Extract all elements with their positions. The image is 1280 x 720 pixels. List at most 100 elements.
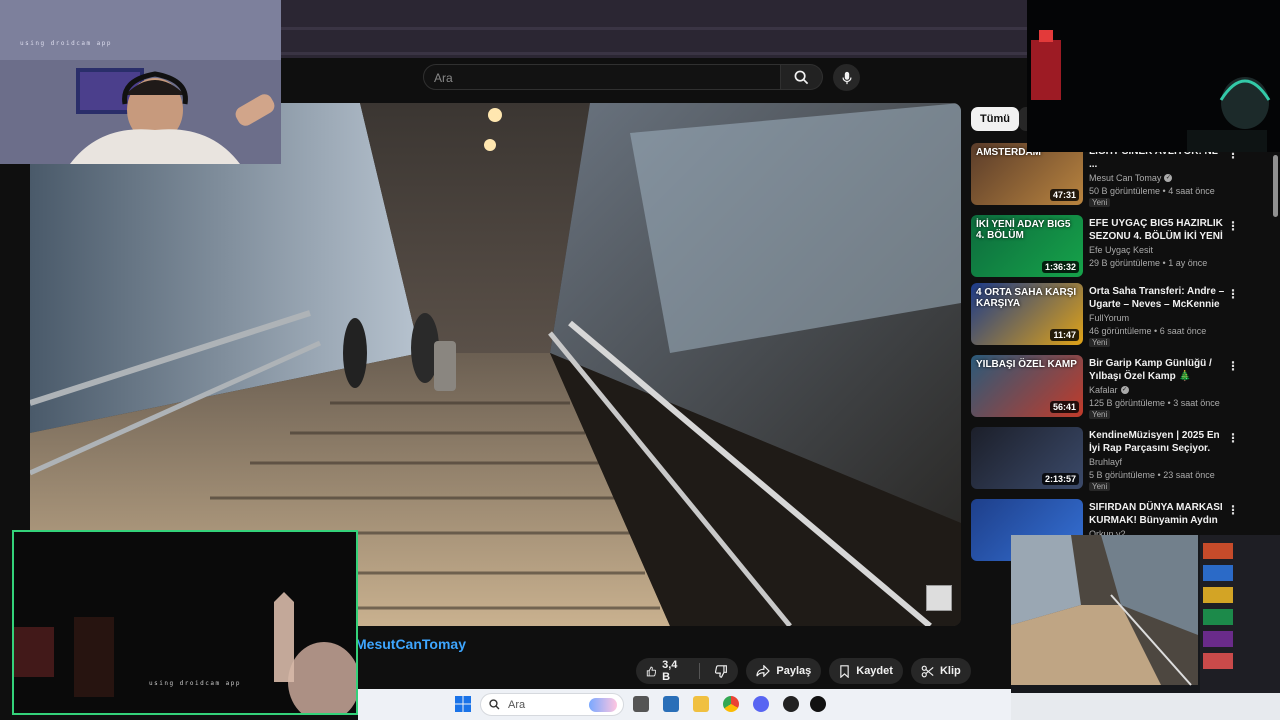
video-title[interactable]: Orta Saha Transferi: Andre – Ugarte – Ne… xyxy=(1089,285,1225,311)
more-options-icon[interactable]: ⋮ xyxy=(1227,359,1239,373)
bookmark-icon xyxy=(840,664,849,678)
video-channel[interactable]: Mesut Can Tomay ✓ xyxy=(1089,173,1173,183)
verified-icon: ✓ xyxy=(1120,386,1129,394)
dark-cam-feed xyxy=(1027,0,1280,152)
cam-caption: using droidcam app xyxy=(20,40,113,47)
channel-name: FullYorum xyxy=(1089,313,1130,323)
thumbs-down-icon xyxy=(715,664,728,678)
thumbnail-text: İKİ YENİ ADAY BIG5 4. BÖLÜM xyxy=(976,219,1071,241)
more-options-icon[interactable]: ⋮ xyxy=(1227,219,1239,233)
video-title[interactable]: KendineMüzisyen | 2025 En İyi Rap Parças… xyxy=(1089,429,1225,455)
video-thumbnail[interactable]: 2:13:57 xyxy=(971,427,1083,489)
task-view-icon[interactable] xyxy=(633,696,649,712)
start-button[interactable] xyxy=(455,696,471,712)
new-badge: Yeni xyxy=(1089,410,1111,419)
cam-caption-secondary: using droidcam app xyxy=(149,680,242,687)
location-app-icon[interactable] xyxy=(810,696,826,712)
video-channel[interactable]: FullYorum xyxy=(1089,313,1129,323)
clip-label: Klip xyxy=(939,665,961,677)
search-icon xyxy=(794,70,809,84)
recommendation-item[interactable]: YILBAŞI ÖZEL KAMP 56:41 Bir Garip Kamp Gün… xyxy=(971,355,1239,421)
recommendation-item[interactable]: 2:13:57 KendineMüzisyen | 2025 En İyi Rap… xyxy=(971,427,1239,493)
video-thumbnail[interactable]: İKİ YENİ ADAY BIG5 4. BÖLÜM 1:36:32 xyxy=(971,215,1083,277)
scissors-icon xyxy=(921,665,934,677)
video-meta: 50 B görüntüleme • 4 saat önce xyxy=(1089,186,1215,196)
channel-watermark[interactable] xyxy=(926,585,952,611)
youtube-header: Ara xyxy=(281,58,1027,102)
thumbs-up-icon xyxy=(646,666,657,676)
video-duration: 2:13:57 xyxy=(1041,473,1079,485)
new-badge: Yeni xyxy=(1089,482,1111,491)
video-title[interactable]: EFE UYGAÇ BIG5 HAZIRLIK SEZONU 4. BÖLÜM … xyxy=(1089,217,1225,243)
screen-capture-overlay xyxy=(1011,535,1280,720)
secondary-cam-overlay: using droidcam app xyxy=(12,530,358,715)
clip-button[interactable]: Klip xyxy=(910,658,971,684)
video-meta: 5 B görüntüleme • 23 saat önce xyxy=(1089,470,1215,480)
more-options-icon[interactable]: ⋮ xyxy=(1227,431,1239,445)
browser-chrome xyxy=(281,0,1027,58)
like-count: 3,4 B xyxy=(662,659,678,683)
sidebar-scrollbar[interactable] xyxy=(1273,155,1278,217)
channel-name: Efe Uygaç Kesit xyxy=(1089,245,1154,255)
video-meta: 29 B görüntüleme • 1 ay önce xyxy=(1089,258,1208,268)
search-input[interactable]: Ara xyxy=(423,64,781,90)
recommendation-item[interactable]: AMSTERDAM47:31LIGHT SİNEK AVLIYOR! NL ..… xyxy=(971,143,1239,209)
channel-name: Bruhlayf xyxy=(1089,457,1123,467)
video-duration: 1:36:32 xyxy=(1041,261,1079,273)
verified-icon: ✓ xyxy=(1164,174,1173,182)
save-label: Kaydet xyxy=(856,665,893,677)
thumbnail-text: 4 ORTA SAHA KARŞI KARŞIYA xyxy=(976,287,1077,309)
search-button[interactable] xyxy=(781,64,823,90)
video-thumbnail[interactable]: 4 ORTA SAHA KARŞI KARŞIYA 11:47 xyxy=(971,283,1083,345)
video-thumbnail[interactable]: AMSTERDAM 47:31 xyxy=(971,143,1083,205)
share-button[interactable]: Paylaş xyxy=(746,658,822,684)
video-channel[interactable]: Kafalar ✓ xyxy=(1089,385,1129,395)
discord-icon[interactable] xyxy=(753,696,769,712)
search-highlight-icon xyxy=(589,697,617,712)
new-badge: Yeni xyxy=(1089,338,1111,347)
save-button[interactable]: Kaydet xyxy=(829,658,903,684)
video-channel[interactable]: Efe Uygaç Kesit xyxy=(1089,245,1153,255)
file-explorer-icon[interactable] xyxy=(693,696,709,712)
taskbar-search-label: Ara xyxy=(508,698,526,711)
chip-all[interactable]: Tümü xyxy=(971,107,1019,131)
channel-name: Mesut Can Tomay xyxy=(1089,173,1162,183)
screen: { "search": {"placeholder": "Ara"}, "vid… xyxy=(0,0,1280,720)
video-channel[interactable]: Bruhlayf xyxy=(1089,457,1122,467)
new-badge: Yeni xyxy=(1089,198,1111,207)
recommendation-item[interactable]: 4 ORTA SAHA KARŞI KARŞIYA 11:47 Orta Saha … xyxy=(971,283,1239,349)
game-app-icon[interactable] xyxy=(783,696,799,712)
windows-taskbar: Ara xyxy=(358,689,1011,720)
more-options-icon[interactable]: ⋮ xyxy=(1227,287,1239,301)
video-duration: 47:31 xyxy=(1049,189,1079,201)
like-dislike-group: 3,4 B xyxy=(636,658,739,684)
more-options-icon[interactable]: ⋮ xyxy=(1227,503,1239,517)
address-strip xyxy=(281,52,1027,55)
video-meta: 46 görüntüleme • 6 saat önce xyxy=(1089,326,1207,336)
dislike-button[interactable] xyxy=(705,658,738,684)
video-duration: 11:47 xyxy=(1050,329,1079,341)
recommendation-item[interactable]: İKİ YENİ ADAY BIG5 4. BÖLÜM 1:36:32 EFE UY… xyxy=(971,215,1239,281)
webcam-overlay: using droidcam app xyxy=(0,0,281,164)
video-duration: 56:41 xyxy=(1049,401,1079,413)
video-meta: 125 B görüntüleme • 3 saat önce xyxy=(1089,398,1220,408)
taskbar-search[interactable]: Ara xyxy=(480,693,624,716)
search-icon xyxy=(489,699,500,710)
dark-cam-overlay xyxy=(1027,0,1280,152)
like-button[interactable]: 3,4 B xyxy=(636,658,693,684)
channel-name-link[interactable]: MesutCanTomay xyxy=(355,636,466,652)
windows-logo-icon xyxy=(455,696,471,712)
share-label: Paylaş xyxy=(776,665,812,677)
video-actions: 3,4 B Paylaş Kaydet Klip ••• xyxy=(636,658,1003,684)
video-thumbnail[interactable]: YILBAŞI ÖZEL KAMP 56:41 xyxy=(971,355,1083,417)
video-title[interactable]: SIFIRDAN DÜNYA MARKASI KURMAK! Bünyamin … xyxy=(1089,501,1225,527)
webcam-feed xyxy=(0,0,281,164)
widget-app-icon[interactable] xyxy=(663,696,679,712)
chrome-icon[interactable] xyxy=(723,696,739,712)
like-divider xyxy=(698,663,700,679)
voice-search-button[interactable] xyxy=(833,64,860,91)
video-title[interactable]: Bir Garip Kamp Günlüğü / Yılbaşı Özel Ka… xyxy=(1089,357,1225,383)
share-icon xyxy=(756,665,771,677)
screen-capture-feed xyxy=(1011,535,1280,720)
channel-name: Kafalar xyxy=(1089,385,1118,395)
